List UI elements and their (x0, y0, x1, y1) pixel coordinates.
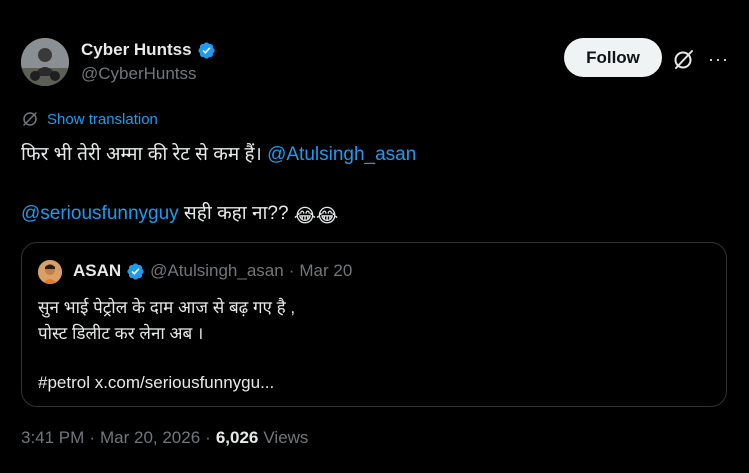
author-name[interactable]: Cyber Huntss (81, 40, 192, 60)
verified-badge-icon (197, 41, 215, 59)
quote-author-name: ASAN (73, 261, 122, 280)
show-translation-label[interactable]: Show translation (47, 111, 158, 128)
show-translation-link[interactable]: Show translation (21, 110, 158, 128)
author-name-row[interactable]: Cyber Huntss (81, 40, 216, 60)
more-icon[interactable]: ··· (708, 47, 728, 71)
meta-separator: · (205, 428, 211, 447)
quote-author-handle: @Atulsingh_asan (150, 261, 284, 280)
tweet-text-line-2: @seriousfunnyguy सही कहा ना?? 😂😂 (21, 199, 338, 228)
author-handle[interactable]: @CyberHuntss (81, 64, 197, 84)
tweet-text: सही कहा ना?? (178, 203, 294, 224)
laughing-emoji: 😂😂 (293, 206, 339, 227)
grok-icon[interactable] (672, 47, 696, 71)
quote-header: ASAN @Atulsingh_asan · Mar 20 (73, 261, 352, 281)
mention-link[interactable]: @Atulsingh_asan (267, 144, 416, 165)
views-count: 6,026 (215, 428, 259, 447)
author-avatar[interactable] (21, 38, 69, 86)
tweet-date[interactable]: Mar 20, 2026 (100, 428, 200, 448)
quote-text-line-2: पोस्ट डिलीट कर लेना अब । (38, 324, 204, 343)
quote-text-line-3: #petrol x.com/seriousfunnygu... (38, 373, 275, 392)
tweet-meta: 3:41 PM · Mar 20, 2026 · 6,026 Views (21, 428, 308, 448)
views-label: Views (263, 428, 309, 447)
translate-icon (23, 112, 37, 126)
mention-link[interactable]: @seriousfunnyguy (21, 203, 179, 224)
meta-separator: · (89, 428, 95, 447)
quote-date: Mar 20 (299, 261, 353, 280)
follow-button[interactable]: Follow (564, 38, 662, 77)
quote-separator: · (288, 261, 295, 280)
verified-badge-icon (127, 262, 144, 280)
tweet-text: फिर भी तेरी अम्मा की रेट से कम हैं। (21, 144, 268, 165)
quote-author-avatar (38, 260, 62, 284)
tweet-text-line-1: फिर भी तेरी अम्मा की रेट से कम हैं। @Atu… (21, 140, 416, 166)
quote-text-line-1: सुन भाई पेट्रोल के दाम आज से बढ़ गए है , (38, 298, 296, 317)
quoted-tweet[interactable]: ASAN @Atulsingh_asan · Mar 20 सुन भाई पे… (21, 242, 727, 407)
tweet-time[interactable]: 3:41 PM (21, 428, 84, 448)
